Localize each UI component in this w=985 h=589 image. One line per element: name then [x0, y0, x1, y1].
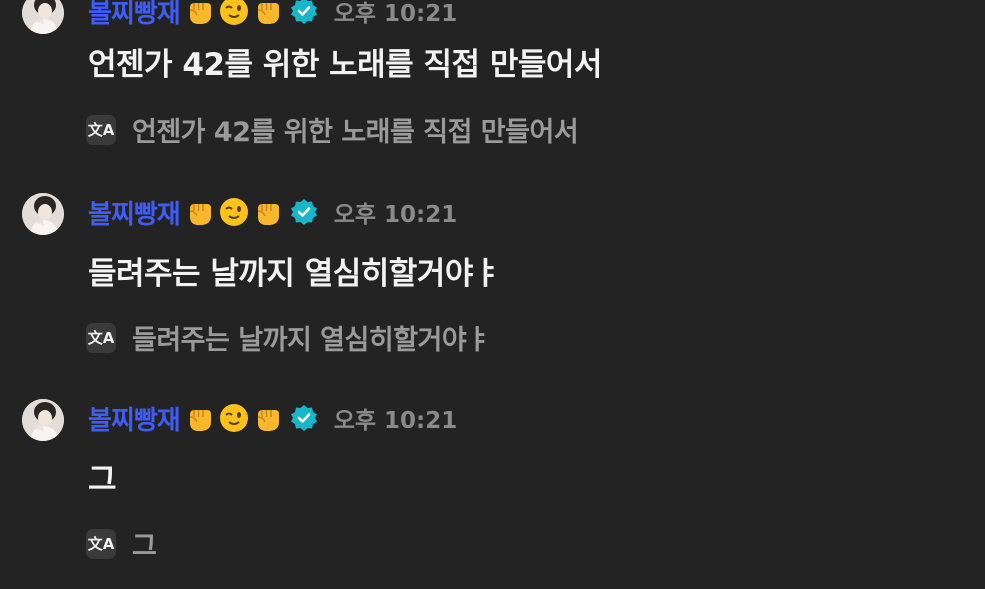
winking-face-icon — [219, 0, 248, 25]
avatar-photo — [22, 0, 64, 34]
message-text[interactable]: 그 — [88, 454, 117, 499]
avatar[interactable] — [22, 0, 64, 34]
translation-text: 언젠가 42를 위한 노래를 직접 만들어서 — [132, 117, 579, 148]
message-translation: 文A 언젠가 42를 위한 노래를 직접 만들어서 — [86, 110, 579, 149]
raised-fist-icon — [189, 3, 211, 24]
verified-badge-icon — [290, 405, 317, 431]
raised-fist-icon — [257, 204, 279, 225]
message-timestamp: 오후 10:21 — [333, 202, 458, 228]
verified-badge-icon — [290, 0, 317, 24]
message-text[interactable]: 언젠가 42를 위한 노래를 직접 만들어서 — [88, 39, 602, 84]
message-text[interactable]: 들려주는 날까지 열심히할거야ㅑ — [88, 248, 501, 293]
winking-face-icon — [219, 404, 248, 432]
message-timestamp: 오후 10:21 — [333, 1, 458, 27]
avatar[interactable] — [22, 399, 64, 441]
username-emojis — [184, 196, 286, 228]
message-translation: 文A 들려주는 날까지 열심히할거야ㅑ — [86, 318, 491, 357]
username[interactable]: 볼찌빵재 — [88, 0, 181, 30]
message-header: 볼찌빵재 오후 10:21 — [88, 400, 457, 436]
translation-text: 들려주는 날까지 열심히할거야ㅑ — [132, 325, 491, 356]
translation-text: 그 — [132, 531, 157, 562]
username-emojis — [184, 402, 286, 434]
avatar[interactable] — [22, 193, 64, 235]
raised-fist-icon — [189, 410, 211, 431]
username-emojis — [184, 0, 286, 27]
raised-fist-icon — [257, 3, 279, 24]
message-translation: 文A 그 — [86, 524, 157, 563]
translate-icon[interactable]: 文A — [86, 114, 116, 145]
translate-icon[interactable]: 文A — [86, 528, 116, 559]
username[interactable]: 볼찌빵재 — [88, 400, 181, 437]
translate-icon[interactable]: 文A — [86, 322, 116, 353]
avatar-photo — [22, 193, 64, 235]
message-header: 볼찌빵재 오후 10:21 — [88, 0, 457, 29]
raised-fist-icon — [257, 410, 279, 431]
winking-face-icon — [219, 198, 248, 226]
message-timestamp: 오후 10:21 — [333, 408, 458, 434]
chat-message-list[interactable]: 볼찌빵재 오후 10:21 언젠가 42를 위한 노래를 직접 만들어서 文A … — [0, 0, 985, 589]
message-header: 볼찌빵재 오후 10:21 — [88, 194, 457, 230]
avatar-photo — [22, 399, 64, 441]
username[interactable]: 볼찌빵재 — [88, 194, 181, 231]
raised-fist-icon — [189, 204, 211, 225]
verified-badge-icon — [290, 199, 317, 225]
